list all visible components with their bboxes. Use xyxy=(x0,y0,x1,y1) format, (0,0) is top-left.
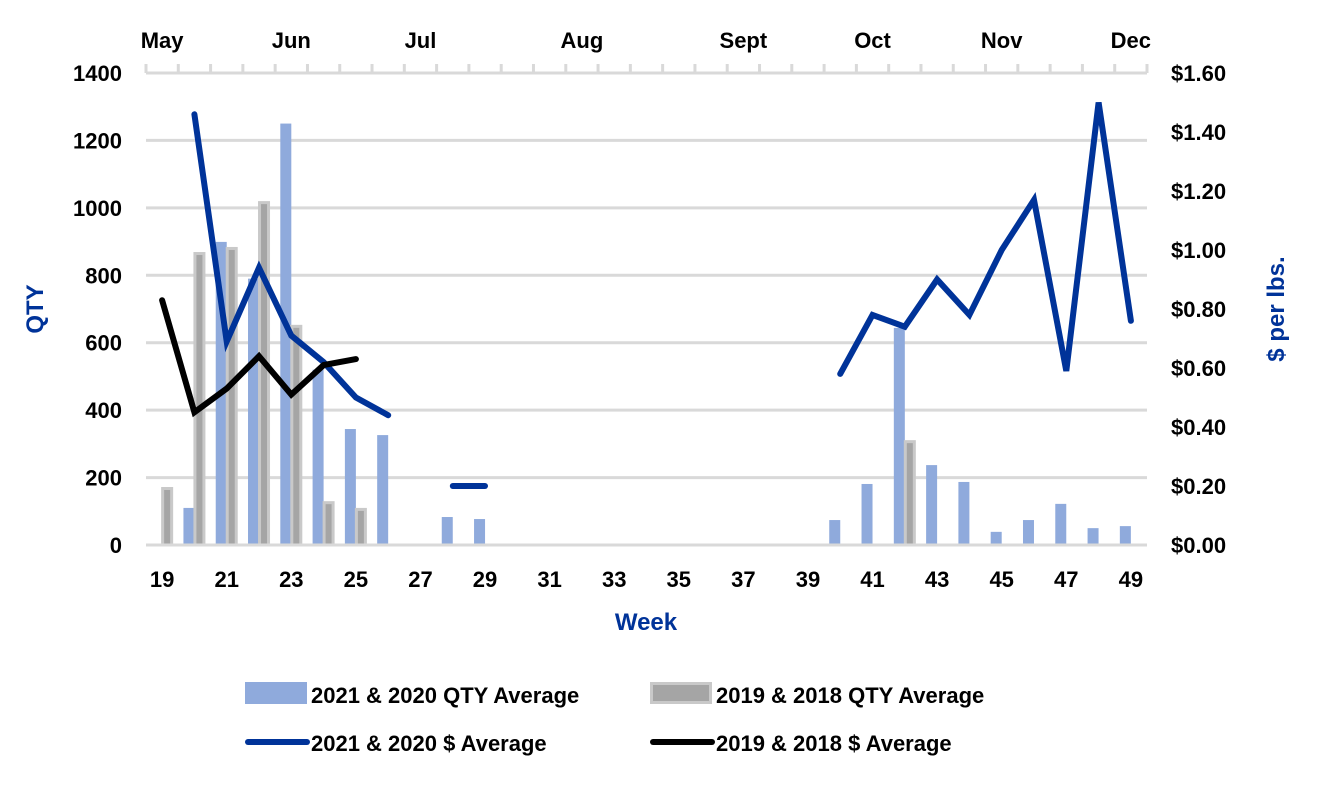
bar-2021-2020-qty xyxy=(377,435,389,545)
bar-2019-2018-qty xyxy=(322,501,335,547)
bar-2021-2020-qty xyxy=(926,465,938,545)
legend-label: 2019 & 2018 QTY Average xyxy=(716,683,984,708)
bar-2019-2018-qty xyxy=(258,201,271,547)
month-label: Jun xyxy=(272,28,311,53)
x-tick-label: 19 xyxy=(150,567,174,592)
x-tick-label: 25 xyxy=(344,567,368,592)
x-tick-label: 41 xyxy=(860,567,884,592)
bar-2019-2018-qty xyxy=(903,440,916,547)
bar-2019-2018-qty xyxy=(193,252,206,547)
bar-2021-2020-qty xyxy=(1022,520,1034,545)
bar-2021-2020-qty xyxy=(990,531,1002,545)
x-tick-label: 33 xyxy=(602,567,626,592)
bar-2019-2018-qty xyxy=(161,487,174,547)
bar-2021-2020-qty xyxy=(1087,528,1099,545)
month-label: Nov xyxy=(981,28,1023,53)
legend-label: 2021 & 2020 $ Average xyxy=(311,731,547,756)
legend-swatch-bar xyxy=(650,682,712,704)
legend-item: 2021 & 2020 $ Average xyxy=(245,731,547,756)
x-axis-title: Week xyxy=(615,609,678,636)
month-label: Jul xyxy=(405,28,437,53)
month-label: Sept xyxy=(720,28,768,53)
bar-2019-2018-qty xyxy=(225,246,238,547)
month-label: Oct xyxy=(854,28,891,53)
x-tick-label: 45 xyxy=(989,567,1013,592)
y-axis-title: QTY xyxy=(22,284,49,333)
bar-2021-2020-qty xyxy=(183,507,195,545)
x-tick-label: 31 xyxy=(537,567,561,592)
y-tick-label: 200 xyxy=(85,466,122,491)
bar-2021-2020-qty xyxy=(1119,526,1131,545)
legend-label: 2019 & 2018 $ Average xyxy=(716,731,952,756)
bar-2021-2020-qty xyxy=(1055,503,1067,545)
x-tick-label: 43 xyxy=(925,567,949,592)
y2-tick-label: $0.40 xyxy=(1171,415,1226,440)
y2-tick-label: $0.80 xyxy=(1171,297,1226,322)
y2-tick-label: $0.00 xyxy=(1171,533,1226,558)
month-label: Dec xyxy=(1111,28,1151,53)
bar-2021-2020-qty xyxy=(474,519,486,545)
bar-2021-2020-qty xyxy=(441,517,453,545)
bar-2019-2018-qty xyxy=(290,324,303,547)
x-axis: 19 21 23 25 27 29 31 33 35 37 39 41 43 45 47 49 xyxy=(146,543,1147,592)
right-y-axis: $0.00 $0.20 $0.40 $0.60 $0.80 $1.00 $1.20 $1.40… xyxy=(1171,61,1226,558)
bars xyxy=(161,123,1131,547)
x-tick-label: 27 xyxy=(408,567,432,592)
legend-swatch-bar xyxy=(245,682,307,704)
x-tick-label: 49 xyxy=(1119,567,1143,592)
x-tick-label: 37 xyxy=(731,567,755,592)
left-y-axis: 0 200 400 600 800 1000 1200 1400 xyxy=(73,61,122,558)
y2-tick-label: $1.40 xyxy=(1171,120,1226,145)
combo-chart: May Jun Jul Aug Sept Oct Nov Dec 0 200 400 600 800 1… xyxy=(22,28,1290,756)
legend-item: 2021 & 2020 QTY Average xyxy=(245,682,579,708)
y-tick-label: 1200 xyxy=(73,128,122,153)
bar-2021-2020-qty xyxy=(958,481,970,545)
month-label: May xyxy=(141,28,185,53)
x-tick-label: 29 xyxy=(473,567,497,592)
bar-2021-2020-qty xyxy=(829,520,841,545)
y2-tick-label: $1.20 xyxy=(1171,179,1226,204)
bar-2021-2020-qty xyxy=(344,429,356,545)
bar-2021-2020-qty xyxy=(248,278,260,545)
bar-2021-2020-qty xyxy=(893,327,905,545)
x-tick-label: 23 xyxy=(279,567,303,592)
bar-2021-2020-qty xyxy=(312,369,324,545)
y-tick-label: 800 xyxy=(85,263,122,288)
bar-2019-2018-qty xyxy=(354,507,367,547)
y2-tick-label: $1.60 xyxy=(1171,61,1226,86)
bar-2021-2020-qty xyxy=(861,483,873,545)
legend-label: 2021 & 2020 QTY Average xyxy=(311,683,579,708)
y2-tick-label: $0.20 xyxy=(1171,474,1226,499)
y2-tick-label: $1.00 xyxy=(1171,238,1226,263)
y-tick-label: 1400 xyxy=(73,61,122,86)
y2-tick-label: $0.60 xyxy=(1171,356,1226,381)
y-tick-label: 400 xyxy=(85,398,122,423)
x-tick-label: 39 xyxy=(796,567,820,592)
line-2021-2020-price xyxy=(837,102,1134,377)
top-month-axis: May Jun Jul Aug Sept Oct Nov Dec xyxy=(141,28,1151,75)
y-tick-label: 1000 xyxy=(73,196,122,221)
month-label: Aug xyxy=(561,28,604,53)
y-tick-label: 600 xyxy=(85,331,122,356)
lines xyxy=(159,102,1134,489)
y2-axis-title: $ per lbs. xyxy=(1263,256,1290,361)
x-tick-label: 21 xyxy=(214,567,238,592)
legend-item: 2019 & 2018 QTY Average xyxy=(650,682,984,708)
y-tick-label: 0 xyxy=(110,533,122,558)
legend-item: 2019 & 2018 $ Average xyxy=(650,731,952,756)
x-tick-label: 35 xyxy=(667,567,691,592)
x-tick-label: 47 xyxy=(1054,567,1078,592)
legend: 2021 & 2020 QTY Average 2019 & 2018 QTY A… xyxy=(245,682,984,756)
